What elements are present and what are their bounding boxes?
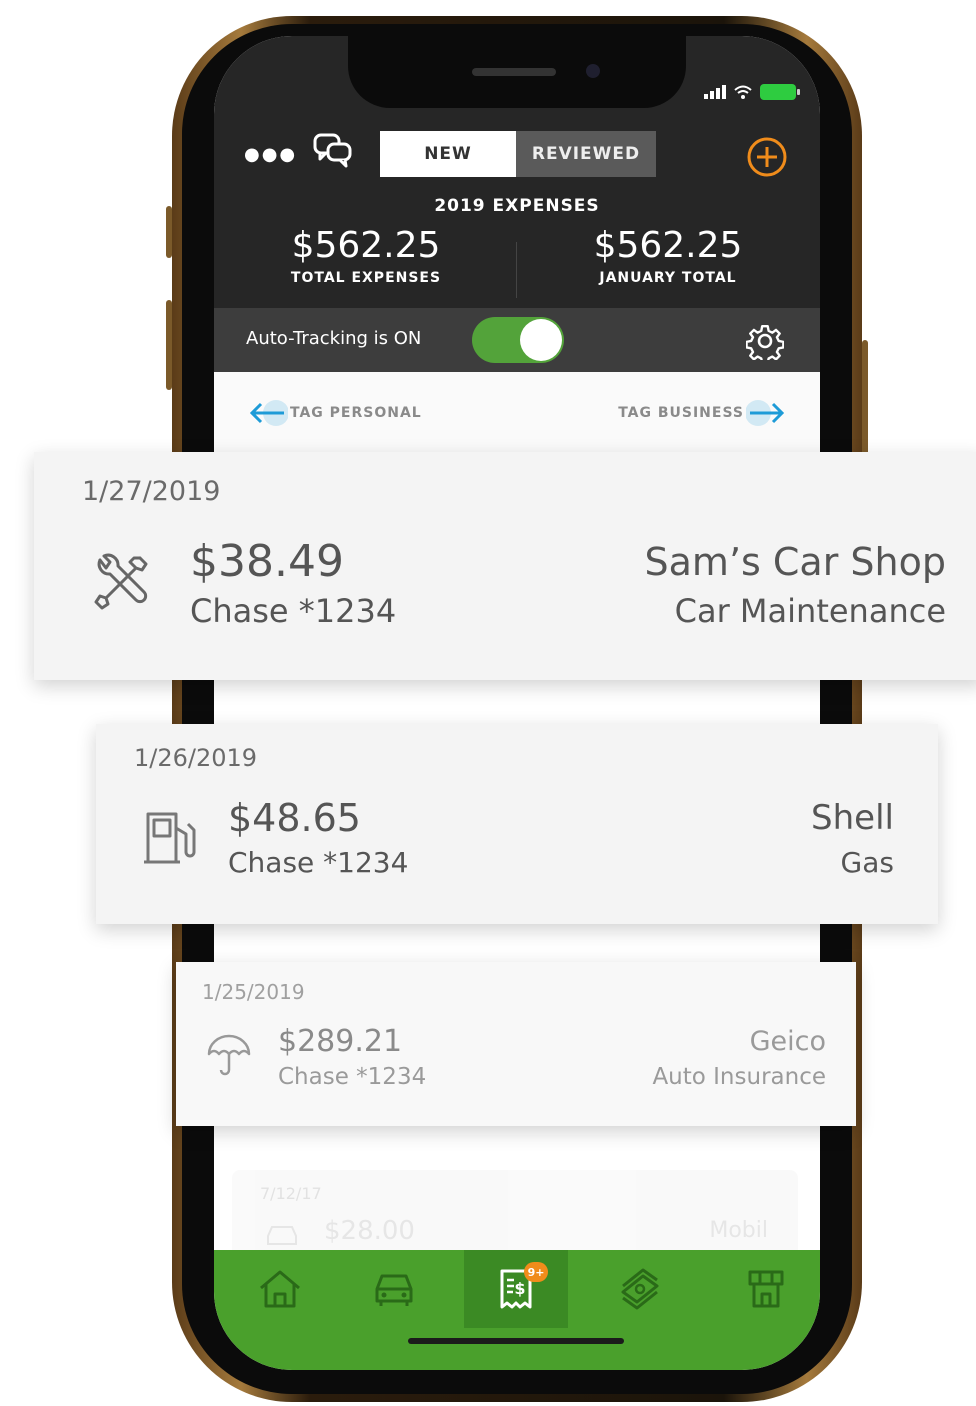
expense-card[interactable]: 1/26/2019 $48.65 Chase *1234 Shell Gas	[96, 724, 938, 924]
plus-circle-icon[interactable]	[746, 136, 788, 178]
expense-amount: $48.65	[228, 796, 361, 840]
tab-new[interactable]: NEW	[380, 131, 516, 177]
mute-switch	[166, 206, 172, 258]
car-icon	[375, 1274, 413, 1306]
month-total-stat: $562.25 JANUARY TOTAL	[548, 225, 788, 287]
expense-card[interactable]: 1/27/2019 $38.49 Chase *1234 Sam’s Car S…	[34, 452, 976, 680]
month-total-label: JANUARY TOTAL	[599, 270, 737, 286]
volume-up-button	[166, 300, 172, 390]
faded-expense-card[interactable]: 7/12/17 $28.00 Mobil	[232, 1170, 798, 1260]
battery-icon	[760, 84, 800, 100]
auto-tracking-toggle[interactable]	[472, 317, 564, 363]
chat-bubbles-icon[interactable]	[312, 132, 356, 172]
stat-divider	[516, 242, 517, 298]
expense-category: Gas	[840, 846, 894, 879]
tab-money[interactable]	[588, 1250, 692, 1328]
total-expenses-stat: $562.25 TOTAL EXPENSES	[246, 225, 486, 287]
power-button	[862, 340, 868, 460]
signal-icon	[704, 85, 726, 99]
expense-date: 1/26/2019	[134, 744, 258, 772]
speaker	[472, 68, 556, 76]
expense-account: Chase *1234	[190, 592, 397, 630]
tab-vehicles[interactable]	[342, 1250, 446, 1328]
expense-account: Chase *1234	[278, 1064, 427, 1090]
front-camera	[586, 64, 600, 78]
expense-account: Chase *1234	[228, 846, 409, 879]
status-bar	[704, 84, 800, 100]
tag-personal-hint: TAG PERSONAL	[248, 398, 422, 428]
store-icon	[748, 1270, 784, 1308]
total-expenses-amount: $562.25	[291, 225, 441, 266]
home-icon	[260, 1270, 300, 1308]
toggle-knob	[520, 319, 562, 361]
tag-business-hint: TAG BUSINESS	[618, 398, 786, 428]
more-dots-icon[interactable]: ●●●	[244, 144, 297, 165]
faded-expense-merchant: Mobil	[709, 1218, 768, 1243]
tag-personal-label: TAG PERSONAL	[290, 405, 422, 421]
review-segmented-control: NEW REVIEWED	[380, 131, 656, 177]
tab-expenses[interactable]: $ 9+	[464, 1250, 568, 1328]
expense-amount: $38.49	[190, 536, 344, 587]
expense-merchant: Sam’s Car Shop	[644, 540, 946, 584]
faded-expense-amount: $28.00	[324, 1216, 415, 1246]
umbrella-icon	[207, 1034, 251, 1076]
expense-card[interactable]: 1/25/2019 $289.21 Chase *1234 Geico Auto…	[176, 962, 856, 1126]
expense-merchant: Geico	[749, 1026, 826, 1057]
svg-text:$: $	[514, 1279, 525, 1298]
tab-store[interactable]	[714, 1250, 818, 1328]
expenses-badge: 9+	[524, 1262, 548, 1282]
tab-home[interactable]	[228, 1250, 332, 1328]
bottom-tab-bar: $ 9+	[214, 1250, 820, 1370]
notch	[348, 36, 686, 108]
tag-business-label: TAG BUSINESS	[618, 405, 744, 421]
expense-amount: $289.21	[278, 1024, 403, 1059]
money-stack-icon	[621, 1268, 659, 1310]
gas-pump-icon	[144, 812, 196, 864]
tab-reviewed[interactable]: REVIEWED	[516, 131, 656, 177]
app-header: ●●● NEW REVIEWED 2019 EXPENSES $562.25 T…	[214, 36, 820, 308]
wrench-screwdriver-icon	[94, 553, 148, 610]
total-expenses-label: TOTAL EXPENSES	[290, 270, 442, 286]
expense-category: Car Maintenance	[674, 592, 946, 630]
home-indicator[interactable]	[408, 1338, 624, 1344]
arrow-left-icon	[249, 400, 288, 426]
expense-merchant: Shell	[811, 798, 894, 838]
auto-tracking-bar: Auto-Tracking is ON	[214, 308, 820, 372]
auto-tracking-label: Auto-Tracking is ON	[246, 328, 422, 349]
expense-category: Auto Insurance	[652, 1064, 826, 1090]
wifi-icon	[734, 85, 752, 99]
arrow-right-icon	[746, 400, 785, 426]
faded-expense-date: 7/12/17	[260, 1184, 322, 1203]
month-total-amount: $562.25	[593, 225, 743, 266]
expense-date: 1/25/2019	[202, 980, 305, 1004]
year-expenses-label: 2019 EXPENSES	[434, 196, 600, 216]
phone-screen: ●●● NEW REVIEWED 2019 EXPENSES $562.25 T…	[214, 36, 820, 1370]
car-icon	[267, 1226, 297, 1245]
expense-date: 1/27/2019	[82, 476, 221, 507]
gear-icon[interactable]	[746, 322, 784, 360]
